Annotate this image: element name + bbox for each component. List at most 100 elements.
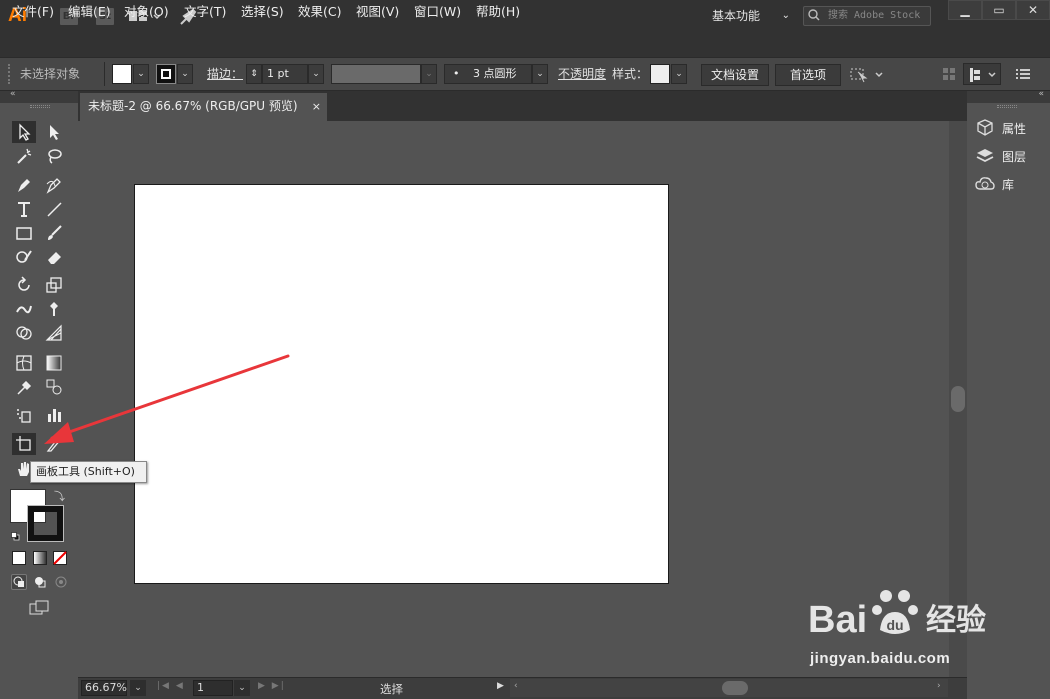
style-label: 样式： (612, 67, 649, 81)
shape-builder-tool-icon[interactable] (12, 322, 36, 344)
expand-panels-icon[interactable]: « (1038, 89, 1044, 99)
control-grip[interactable] (8, 64, 10, 84)
perspective-grid-tool-icon[interactable] (42, 322, 66, 344)
stroke-stepper[interactable]: ⇕ (246, 64, 262, 84)
pen-tool-icon[interactable] (12, 174, 36, 196)
color-mode-icon[interactable] (12, 551, 26, 565)
align-icon[interactable] (942, 67, 956, 81)
mesh-tool-icon[interactable] (12, 352, 36, 374)
puppet-warp-tool-icon[interactable] (42, 298, 66, 320)
eraser-tool-icon[interactable] (42, 246, 66, 268)
preferences-button[interactable]: 首选项 (775, 64, 841, 86)
default-colors-icon[interactable] (11, 530, 20, 541)
document-tab[interactable]: 未标题-2 @ 66.67% (RGB/GPU 预览) × (80, 93, 327, 121)
direct-selection-tool-icon[interactable] (42, 121, 66, 143)
menu-help[interactable]: 帮助(H) (476, 3, 520, 21)
lasso-tool-icon[interactable] (42, 145, 66, 167)
tools-grip[interactable] (30, 105, 50, 108)
profile-dropdown[interactable]: ⌄ (421, 64, 437, 84)
menu-type[interactable]: 文字(T) (184, 3, 226, 21)
menu-file[interactable]: 文件(F) (12, 3, 54, 21)
first-prev-artboard-icon[interactable]: |◀ ◀ (157, 681, 187, 695)
status-current-tool: 选择 (380, 682, 403, 696)
draw-behind-icon[interactable] (32, 574, 48, 590)
collapse-icon[interactable]: « (10, 89, 16, 99)
document-tab-title: 未标题-2 @ 66.67% (RGB/GPU 预览) (88, 99, 298, 113)
none-mode-icon[interactable] (53, 551, 67, 565)
artboard-tool-icon[interactable] (12, 433, 36, 455)
scroll-right-icon[interactable]: › (937, 681, 941, 691)
draw-inside-icon[interactable] (53, 574, 69, 590)
close-window-button[interactable]: ✕ (1016, 0, 1050, 20)
watermark-jingyan-text: 经验 (926, 603, 986, 638)
draw-normal-icon[interactable] (11, 574, 27, 590)
brush-definition[interactable]: • 3 点圆形 (444, 64, 532, 84)
paintbrush-tool-icon[interactable] (42, 222, 66, 244)
right-panel-grip[interactable] (997, 105, 1017, 108)
maximize-button[interactable]: ▭ (982, 0, 1016, 20)
menu-view[interactable]: 视图(V) (356, 3, 399, 21)
graphic-style-swatch[interactable] (650, 64, 670, 84)
brush-dropdown[interactable]: ⌄ (532, 64, 548, 84)
stroke-color-swatch[interactable] (27, 505, 64, 542)
baidu-jingyan-watermark: Bai du 经验 jingyan.baidu.com (808, 584, 998, 674)
menu-object[interactable]: 对象(O) (124, 3, 169, 21)
artboard-dropdown[interactable]: ⌄ (234, 680, 250, 696)
rectangle-tool-icon[interactable] (12, 222, 36, 244)
curvature-tool-icon[interactable] (42, 174, 66, 196)
brush-dot-icon: • (453, 67, 460, 80)
watermark-url: jingyan.baidu.com (810, 650, 951, 667)
libraries-panel-button[interactable]: 库 (975, 172, 1045, 196)
symbol-sprayer-tool-icon[interactable] (12, 404, 36, 426)
menu-select[interactable]: 选择(S) (241, 3, 284, 21)
magic-wand-tool-icon[interactable] (12, 145, 36, 167)
screen-mode-icon[interactable] (28, 599, 52, 617)
line-tool-icon[interactable] (42, 198, 66, 220)
stroke-weight-dropdown[interactable]: ⌄ (308, 64, 324, 84)
horizontal-scroll-thumb[interactable] (722, 681, 748, 695)
panel-menu-icon[interactable] (1016, 68, 1030, 80)
menu-window[interactable]: 窗口(W) (414, 3, 461, 21)
status-menu-icon[interactable]: ▶ (497, 681, 504, 691)
tools-panel-header[interactable]: « (0, 89, 78, 103)
zoom-level-field[interactable]: 66.67% (81, 680, 127, 696)
opacity-label[interactable]: 不透明度 (558, 57, 606, 91)
close-tab-icon[interactable]: × (312, 93, 321, 120)
stroke-label[interactable]: 描边： (207, 57, 243, 91)
svg-text:du: du (886, 617, 903, 633)
gradient-mode-icon[interactable] (33, 551, 47, 565)
variable-width-profile[interactable] (331, 64, 421, 84)
next-last-artboard-icon[interactable]: ▶ ▶| (258, 681, 288, 695)
shaper-tool-icon[interactable] (12, 246, 36, 268)
selection-tool-icon[interactable] (12, 121, 36, 143)
menu-effect[interactable]: 效果(C) (298, 3, 341, 21)
properties-label: 属性 (1002, 121, 1027, 136)
stroke-weight-input[interactable]: 1 pt (262, 64, 308, 84)
vertical-scroll-thumb[interactable] (951, 386, 965, 412)
layers-panel-button[interactable]: 图层 (975, 144, 1045, 168)
minimize-button[interactable]: ▁ (948, 0, 982, 20)
document-setup-button[interactable]: 文档设置 (701, 64, 769, 86)
style-dropdown[interactable]: ⌄ (671, 64, 687, 84)
workspace-switcher[interactable]: 基本功能 ⌄ (706, 5, 796, 27)
stroke-swatch[interactable] (156, 64, 176, 84)
properties-panel-button[interactable]: 属性 (975, 116, 1045, 140)
transform-panel-toggle[interactable] (963, 63, 1001, 85)
right-panel-header[interactable]: « (967, 89, 1050, 103)
rotate-tool-icon[interactable] (12, 274, 36, 296)
zoom-dropdown[interactable]: ⌄ (130, 680, 146, 696)
select-similar-icon[interactable] (850, 66, 886, 84)
type-tool-icon[interactable] (12, 198, 36, 220)
menu-bar (0, 33, 1050, 57)
menu-edit[interactable]: 编辑(E) (68, 3, 111, 21)
search-stock-input[interactable]: 搜索 Adobe Stock (803, 6, 931, 26)
eyedropper-tool-icon[interactable] (12, 376, 36, 398)
width-tool-icon[interactable] (12, 298, 36, 320)
artboard-number-field[interactable]: 1 (193, 680, 233, 696)
scale-tool-icon[interactable] (42, 274, 66, 296)
scroll-left-icon[interactable]: ‹ (514, 681, 518, 691)
stroke-dropdown[interactable]: ⌄ (177, 64, 193, 84)
fill-swatch[interactable] (112, 64, 132, 84)
swap-fill-stroke-icon[interactable]: ⤵ (54, 488, 65, 504)
fill-dropdown[interactable]: ⌄ (133, 64, 149, 84)
